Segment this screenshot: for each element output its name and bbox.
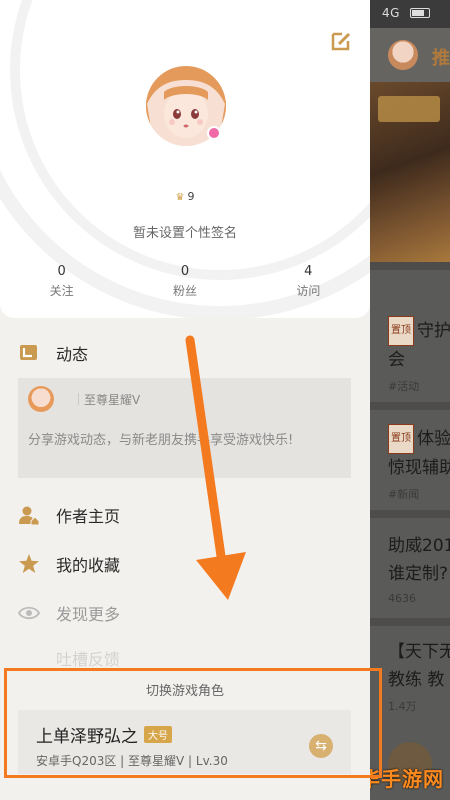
stat-label: 关注	[49, 284, 74, 298]
item-title: 体验	[417, 429, 450, 449]
item-title-line2: 惊现辅助	[388, 458, 450, 478]
list-item[interactable]: 置顶 守护 会 #活动	[370, 316, 450, 394]
star-person-icon	[19, 554, 39, 573]
stat-value: 4	[304, 264, 313, 279]
stat-visits[interactable]: 4 访问	[247, 264, 370, 299]
item-title: 【天下无	[388, 642, 450, 662]
menu-item-feedback[interactable]: 吐槽反馈	[18, 648, 120, 668]
user-level: ♛ 9	[0, 190, 370, 203]
battery-icon	[410, 8, 431, 18]
avatar	[28, 386, 54, 412]
status-bar: 4G	[370, 0, 450, 28]
feed-topbar: 推	[370, 28, 450, 82]
stat-label: 粉丝	[172, 284, 197, 298]
divider	[370, 262, 450, 270]
signature[interactable]: 暂未设置个性签名	[0, 222, 370, 241]
profile-header: ♛ 9 暂未设置个性签名 0 关注 0 粉丝 4 访问	[0, 0, 370, 318]
menu-item-discover-more[interactable]: 发现更多	[18, 598, 120, 628]
item-meta: #活动	[388, 380, 420, 393]
divider	[370, 510, 450, 518]
stat-following[interactable]: 0 关注	[0, 264, 123, 299]
menu-item-label: 发现更多	[56, 605, 121, 624]
eye-icon	[18, 606, 40, 620]
menu-item-label: 作者主页	[56, 507, 121, 526]
divider	[370, 402, 450, 410]
stat-followers[interactable]: 0 粉丝	[123, 264, 246, 299]
author-home-icon	[19, 506, 40, 526]
menu-item-label: 吐槽反馈	[56, 650, 121, 668]
card-description: 分享游戏动态，与新老朋友携手享受游戏快乐!	[28, 433, 294, 448]
stat-label: 访问	[296, 284, 321, 298]
menu-item-dynamics[interactable]: 动态	[18, 338, 88, 368]
item-title-line2: 会	[388, 350, 405, 370]
menu-item-label: 我的收藏	[56, 556, 121, 575]
list-item[interactable]: 助威201 谁定制? 4636	[370, 532, 450, 605]
stat-value: 0	[180, 264, 190, 279]
divider	[370, 618, 450, 626]
item-title: 助威201	[388, 536, 450, 556]
pin-tag: 置顶	[388, 316, 414, 346]
avatar[interactable]	[388, 40, 418, 70]
edit-icon[interactable]	[330, 30, 352, 52]
game-logo	[378, 96, 440, 122]
item-title-line2: 教练 教	[388, 670, 445, 690]
crown-icon: ♛	[175, 192, 185, 203]
item-meta: #新闻	[388, 488, 420, 501]
highlight-box	[4, 668, 382, 778]
dynamics-card[interactable]: 至尊星耀V 分享游戏动态，与新老朋友携手享受游戏快乐!	[18, 378, 351, 478]
list-item[interactable]: 【天下无 教练 教 1.4万	[370, 638, 450, 714]
background-feed: 4G 推 置顶 守护 会 #活动 置顶 体验 惊现辅助 #新闻 助威201 谁定制?…	[370, 0, 450, 800]
level-value: 9	[187, 190, 195, 203]
item-meta: 4636	[388, 592, 416, 605]
list-item[interactable]: 置顶 体验 惊现辅助 #新闻	[370, 424, 450, 502]
profile-stats: 0 关注 0 粉丝 4 访问	[0, 264, 370, 299]
menu-item-label: 动态	[56, 345, 89, 364]
menu-item-author-home[interactable]: 作者主页	[18, 500, 120, 530]
pin-tag: 置顶	[388, 424, 414, 454]
tab-recommend[interactable]: 推	[432, 44, 450, 70]
rank-label: 至尊星耀V	[77, 393, 141, 407]
item-title: 守护	[417, 321, 450, 341]
gender-icon	[207, 126, 221, 140]
item-meta: 1.4万	[388, 700, 417, 713]
menu-item-favorites[interactable]: 我的收藏	[18, 549, 120, 579]
feed-banner[interactable]	[370, 82, 450, 262]
stat-value: 0	[57, 264, 66, 279]
flag-icon	[20, 345, 37, 360]
network-indicator: 4G	[382, 6, 400, 20]
item-title-line2: 谁定制?	[388, 564, 449, 584]
